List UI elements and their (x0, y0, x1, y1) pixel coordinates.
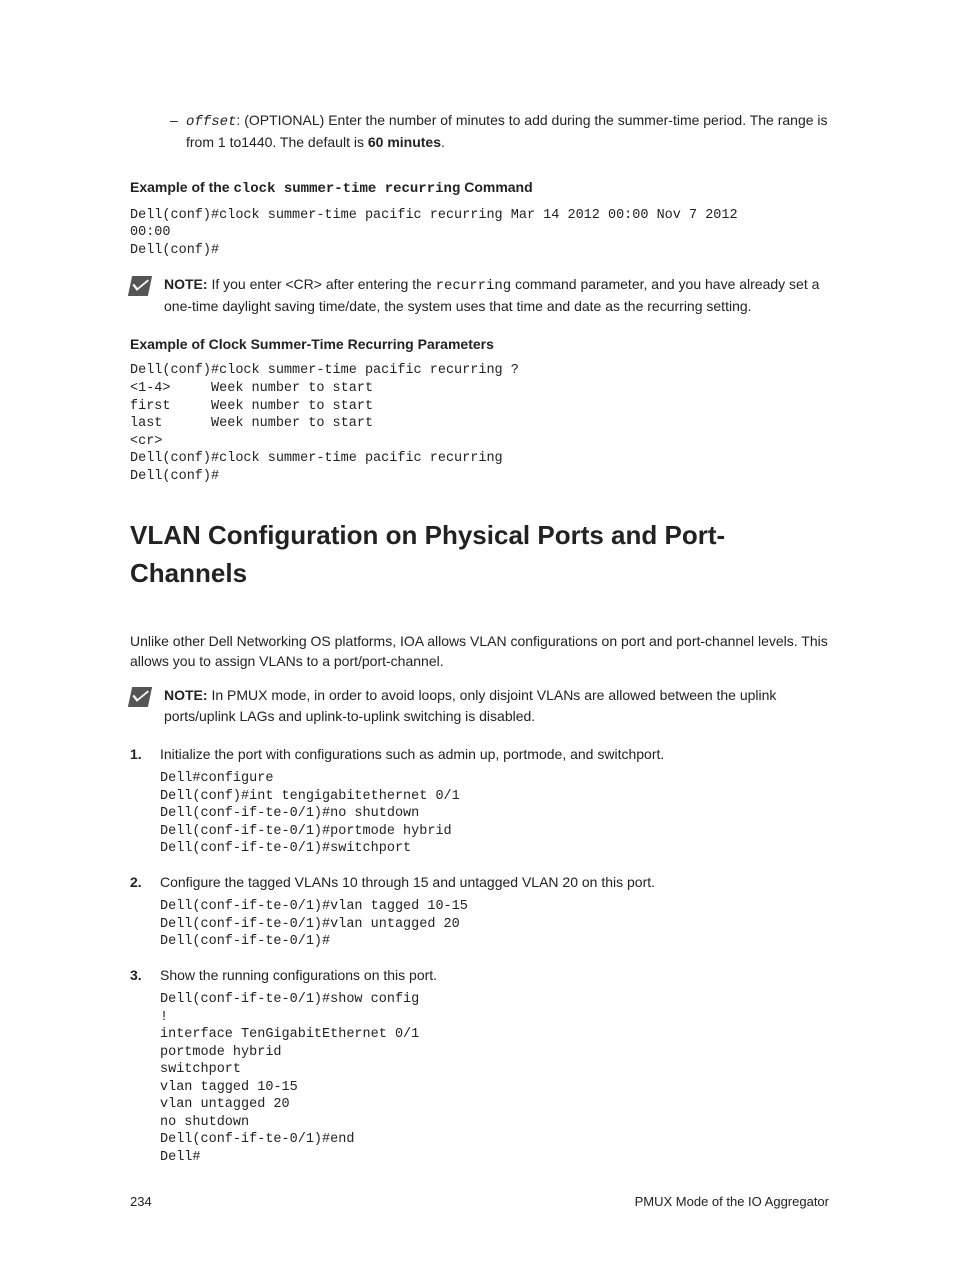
step-body: Initialize the port with configurations … (160, 744, 829, 764)
note1-body: NOTE: If you enter <CR> after entering t… (164, 274, 829, 317)
example1-heading: Example of the clock summer-time recurri… (130, 177, 829, 199)
page-number: 234 (130, 1193, 152, 1212)
note-icon (128, 276, 152, 296)
note2-body: NOTE: In PMUX mode, in order to avoid lo… (164, 685, 829, 726)
steps-list: 1. Initialize the port with configuratio… (130, 744, 829, 1167)
step2-code: Dell(conf-if-te-0/1)#vlan tagged 10-15 D… (160, 898, 829, 951)
offset-label: offset (186, 114, 236, 130)
step-num: 2. (130, 872, 160, 892)
offset-end: . (441, 134, 445, 150)
footer-label: PMUX Mode of the IO Aggregator (635, 1193, 829, 1212)
dash-marker: – (170, 110, 186, 153)
note2-label: NOTE: (164, 687, 208, 703)
step-text: Configure the tagged VLANs 10 through 15… (160, 872, 829, 892)
page: – offset: (OPTIONAL) Enter the number of… (0, 0, 954, 1268)
offset-text: offset: (OPTIONAL) Enter the number of m… (186, 110, 829, 153)
section-title: VLAN Configuration on Physical Ports and… (130, 517, 829, 592)
step-text: Initialize the port with configurations … (160, 744, 829, 764)
example1-code: Dell(conf)#clock summer-time pacific rec… (130, 207, 829, 260)
example1-heading-pre: Example of the (130, 179, 233, 195)
note2-text: In PMUX mode, in order to avoid loops, o… (164, 687, 776, 723)
list-item: 1. Initialize the port with configuratio… (130, 744, 829, 764)
step-num: 3. (130, 965, 160, 985)
step1-code: Dell#configure Dell(conf)#int tengigabit… (160, 770, 829, 858)
note1-label: NOTE: (164, 276, 208, 292)
example2-code: Dell(conf)#clock summer-time pacific rec… (130, 362, 829, 485)
note-icon (128, 687, 152, 707)
step-body: Configure the tagged VLANs 10 through 15… (160, 872, 829, 892)
offset-body: : (OPTIONAL) Enter the number of minutes… (186, 112, 828, 150)
offset-default: 60 minutes (368, 134, 441, 150)
offset-bullet: – offset: (OPTIONAL) Enter the number of… (170, 110, 829, 153)
note1: NOTE: If you enter <CR> after entering t… (130, 274, 829, 317)
step-body: Show the running configurations on this … (160, 965, 829, 985)
note2: NOTE: In PMUX mode, in order to avoid lo… (130, 685, 829, 726)
step3-code: Dell(conf-if-te-0/1)#show config ! inter… (160, 991, 829, 1166)
example1-heading-post: Command (460, 179, 532, 195)
footer: 234 PMUX Mode of the IO Aggregator (130, 1193, 829, 1212)
note1-pre: If you enter <CR> after entering the (208, 276, 436, 292)
step-text: Show the running configurations on this … (160, 965, 829, 985)
example2-heading: Example of Clock Summer-Time Recurring P… (130, 334, 829, 354)
note1-mono: recurring (436, 278, 512, 294)
list-item: 3. Show the running configurations on th… (130, 965, 829, 985)
step-num: 1. (130, 744, 160, 764)
list-item: 2. Configure the tagged VLANs 10 through… (130, 872, 829, 892)
example1-heading-cmd: clock summer-time recurring (233, 181, 460, 197)
intro-paragraph: Unlike other Dell Networking OS platform… (130, 631, 829, 672)
